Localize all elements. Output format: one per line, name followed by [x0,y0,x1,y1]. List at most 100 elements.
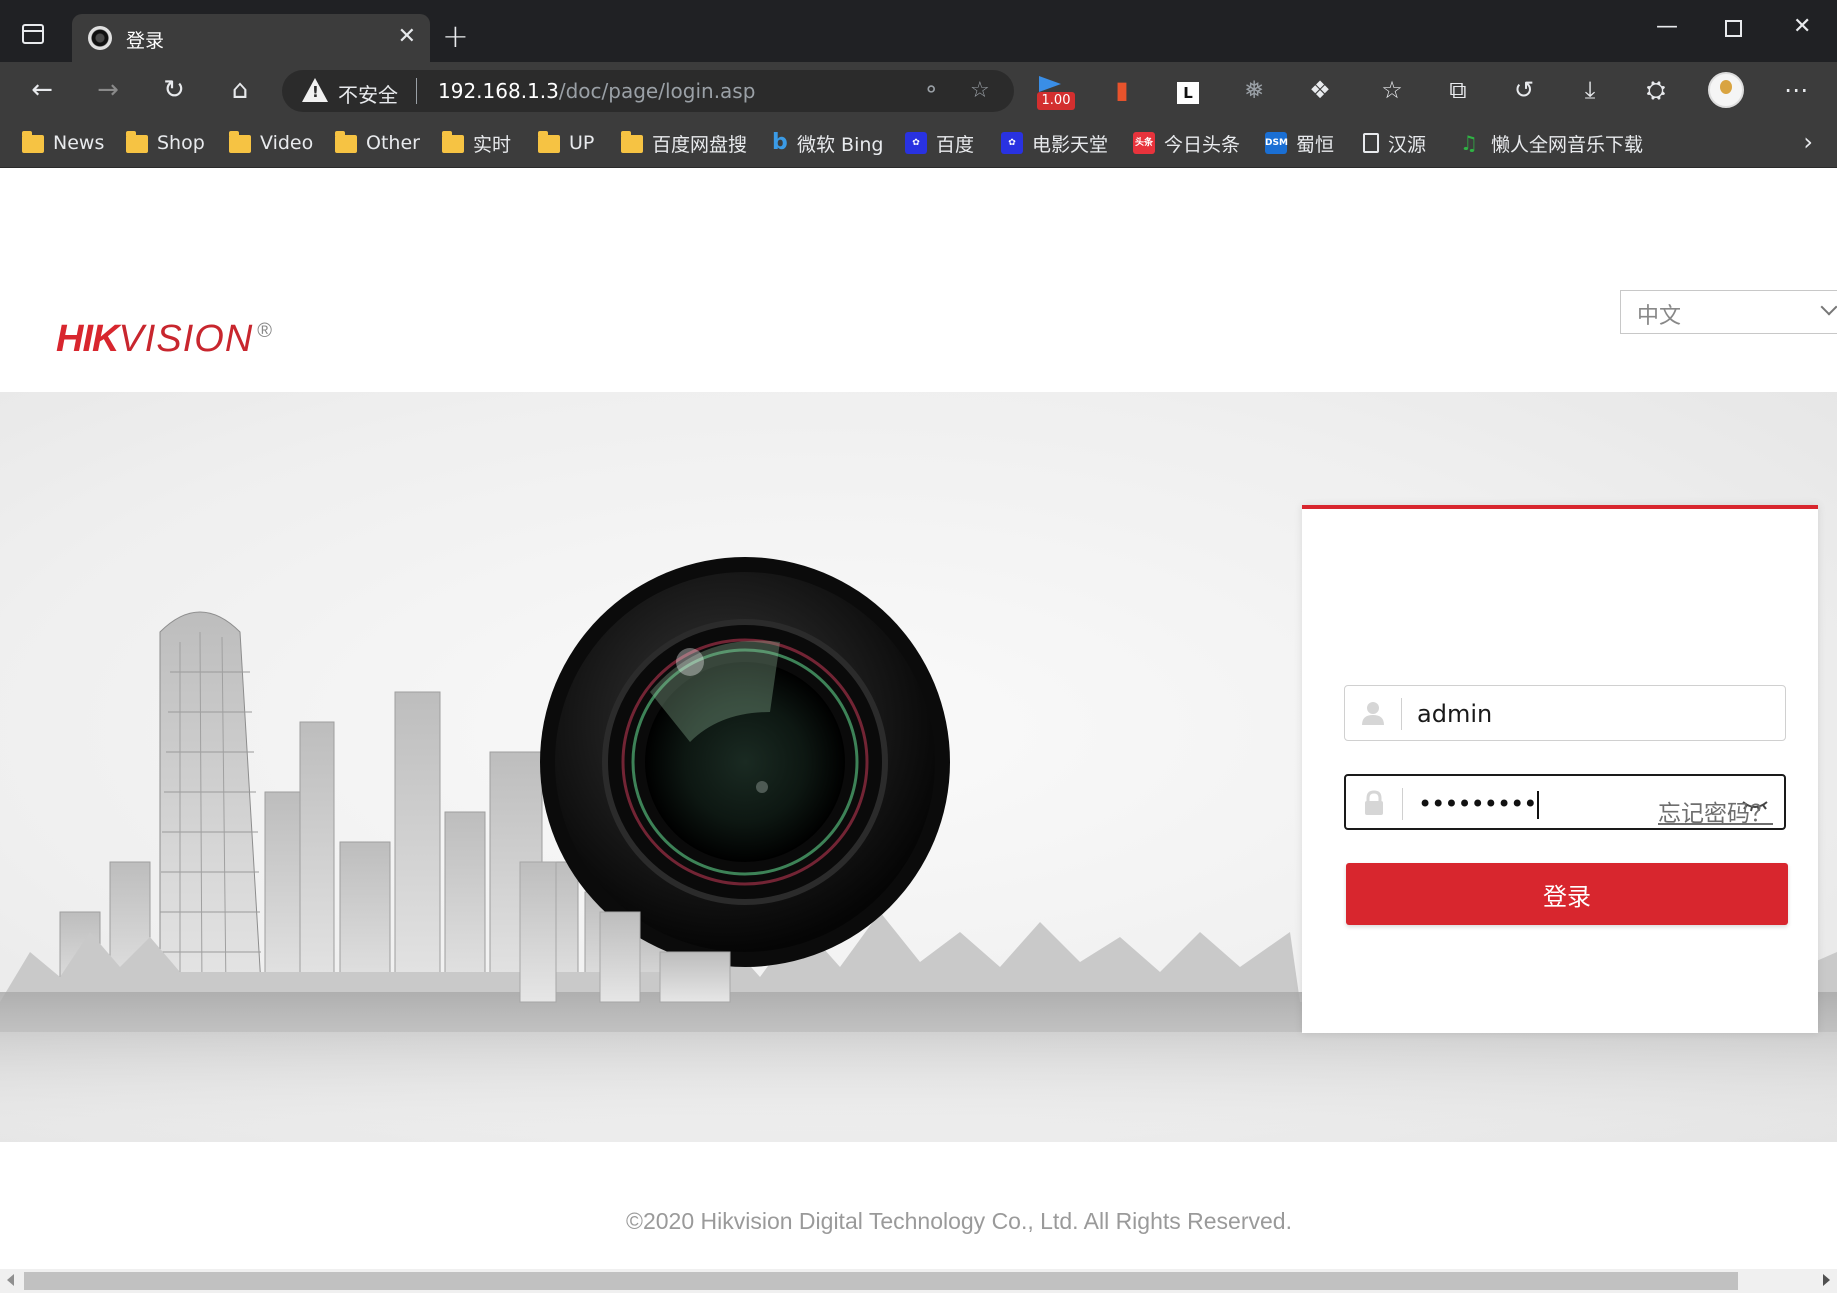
forward-icon[interactable]: → [90,74,126,106]
folder-icon [335,131,357,153]
back-icon[interactable]: ← [24,74,60,106]
bookmark-other[interactable]: Other [335,130,420,156]
language-select[interactable]: 中文 [1620,290,1837,334]
minimize-window-button[interactable]: — [1656,14,1678,39]
bookmark-label: 百度 [936,133,975,156]
bookmark-label: Other [366,132,420,154]
language-value: 中文 [1637,304,1682,329]
play-icon [1039,76,1061,92]
office-icon[interactable]: ▮ [1106,74,1138,106]
home-icon[interactable]: ⌂ [222,74,258,106]
folder-icon [442,131,464,153]
url-text[interactable]: 192.168.1.3/doc/page/login.asp [438,79,755,103]
history-icon[interactable]: ↺ [1508,74,1540,106]
browser-toolbar: ← → ↻ ⌂ 不安全 192.168.1.3/doc/page/login.a… [0,62,1837,118]
close-window-button[interactable]: ✕ [1793,14,1811,39]
bookmark-label: 百度网盘搜 [652,133,748,156]
bookmark-realtime[interactable]: 实时 [442,130,511,156]
login-panel: admin ••••••••• 忘记密码？ 登录 [1302,505,1818,1033]
login-page: HIKVISION ® 中文 admin ••••••••• 忘记密码？ 登录 … [0,168,1837,1269]
folder-icon [621,131,643,153]
password-mask: ••••••••• [1418,790,1537,818]
bookmark-news[interactable]: News [22,130,104,156]
scroll-left-arrow[interactable] [7,1274,14,1286]
username-value: admin [1417,700,1493,728]
collections-icon[interactable]: ⧉ [1442,74,1474,106]
address-divider [416,78,417,104]
bookmark-movie-heaven[interactable]: ✿ 电影天堂 [1001,130,1108,156]
add-favorite-icon[interactable]: ☆ [970,78,990,103]
toutiao-icon: 头条 [1133,132,1155,154]
bookmark-baidu-pan[interactable]: 百度网盘搜 [621,130,747,156]
bookmark-label: Video [260,132,314,154]
bookmark-label: UP [569,132,595,154]
browser-titlebar: 登录 ✕ + — ✕ [0,0,1837,62]
bookmark-up[interactable]: UP [538,130,594,156]
bookmark-toutiao[interactable]: 头条 今日头条 [1133,130,1240,156]
bookmark-label: 微软 Bing [797,133,884,156]
bookmark-baidu[interactable]: ✿ 百度 [905,130,974,156]
extension-badge-label: 1.00 [1037,92,1075,110]
url-path: /doc/page/login.asp [558,79,756,103]
bookmarks-bar: News Shop Video Other 实时 UP 百度网盘搜 b 微软 Bi… [0,118,1837,168]
chevron-down-icon [1820,298,1837,316]
new-tab-button[interactable]: + [442,16,469,56]
profile-avatar[interactable] [1708,72,1744,108]
bookmark-label: 汉源 [1388,133,1427,156]
folder-icon [22,131,44,153]
bookmark-shop[interactable]: Shop [126,130,205,156]
bookmark-bing[interactable]: b 微软 Bing [772,130,883,156]
folder-icon [229,131,251,153]
extensions-puzzle-icon[interactable]: ❖ [1304,74,1336,106]
maximize-window-button[interactable] [1725,20,1742,37]
forgot-password-link[interactable]: 忘记密码？ [1658,794,1773,828]
lock-icon [1365,790,1383,815]
extension-circle-icon[interactable]: ❅ [1238,74,1270,106]
camera-favicon-icon [88,26,112,50]
hikvision-logo: HIKVISION ® [56,318,272,361]
scroll-right-arrow[interactable] [1823,1274,1830,1286]
bing-icon: b [772,130,788,155]
address-bar[interactable]: 不安全 192.168.1.3/doc/page/login.asp ⚬ ☆ [282,70,1014,112]
password-value: ••••••••• [1418,790,1540,819]
security-status[interactable]: 不安全 [338,79,398,108]
warning-icon [302,78,328,102]
performance-icon[interactable]: ⛭ [1640,74,1672,106]
user-icon [1362,702,1384,725]
copyright-footer: ©2020 Hikvision Digital Technology Co., … [626,1208,1292,1234]
bookmark-shuheng[interactable]: DSM 蜀恒 [1265,130,1334,156]
tab-title: 登录 [126,30,165,52]
extension-speed-badge[interactable]: 1.00 [1037,76,1075,110]
more-menu-icon[interactable]: ⋯ [1780,74,1812,106]
browser-tab[interactable]: 登录 ✕ [72,14,430,62]
chevron-right-icon[interactable]: › [1803,128,1813,156]
downloads-icon[interactable]: ⤓ [1574,74,1606,106]
field-divider [1401,698,1402,730]
extension-l-icon[interactable]: L [1172,74,1204,106]
bookmark-label: Shop [157,132,205,154]
skyscraper-left [159,611,263,1003]
bookmark-music-download[interactable]: ♫ 懒人全网音乐下载 [1460,130,1643,156]
bookmark-label: News [53,132,105,154]
horizontal-scrollbar[interactable] [0,1269,1837,1293]
bookmark-label: 实时 [473,133,512,156]
camera-lens [540,557,950,967]
logo-hik: HIK [56,318,119,360]
page-icon [1363,133,1379,153]
dsm-icon: DSM [1265,132,1288,154]
bookmark-label: 电影天堂 [1032,133,1109,156]
close-tab-icon[interactable]: ✕ [398,24,416,49]
baidu-icon: ✿ [1001,132,1023,154]
username-field[interactable]: admin [1344,685,1786,741]
key-icon[interactable]: ⚬ [922,78,940,103]
tab-actions-icon[interactable] [22,24,44,44]
text-caret [1537,791,1540,819]
bookmark-video[interactable]: Video [229,130,313,156]
refresh-icon[interactable]: ↻ [156,74,192,106]
scrollbar-thumb[interactable] [24,1272,1738,1290]
login-button[interactable]: 登录 [1346,863,1788,925]
bookmark-label: 蜀恒 [1296,133,1335,156]
bookmark-hanyuan[interactable]: 汉源 [1363,130,1426,156]
folder-icon [126,131,148,153]
favorites-icon[interactable]: ☆ [1376,74,1408,106]
